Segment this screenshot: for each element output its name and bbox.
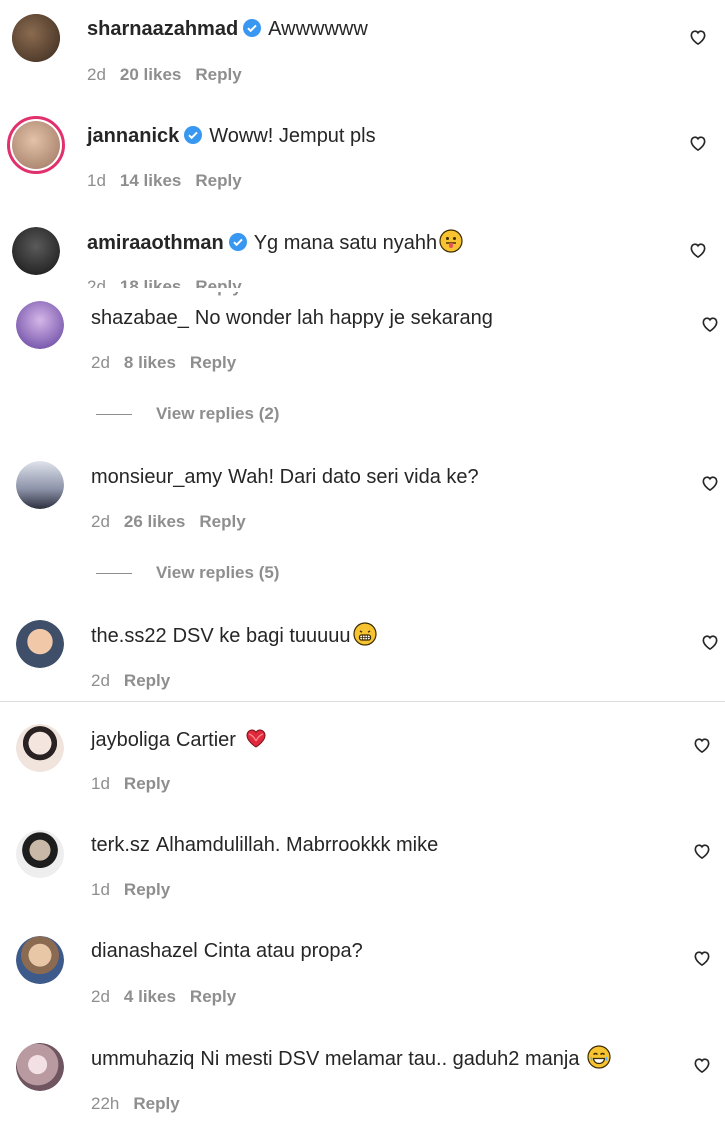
- avatar[interactable]: [16, 620, 64, 668]
- grinning-face-emoji-icon: [352, 622, 377, 646]
- likes-count[interactable]: 8 likes: [124, 353, 176, 372]
- avatar[interactable]: [16, 936, 64, 984]
- comment-time: 22h: [91, 1094, 120, 1113]
- heart-icon[interactable]: [692, 948, 712, 968]
- comment-text: Woww! Jemput pls: [209, 125, 376, 147]
- tears-of-joy-emoji-icon: [587, 1045, 612, 1069]
- heart-icon[interactable]: [700, 632, 720, 652]
- comment-time: 2d: [87, 277, 106, 296]
- avatar[interactable]: [12, 14, 60, 62]
- reply-button[interactable]: Reply: [124, 671, 170, 690]
- reply-button[interactable]: Reply: [124, 774, 170, 793]
- comment-time: 2d: [91, 512, 110, 531]
- reply-button[interactable]: Reply: [124, 880, 170, 899]
- comment-username[interactable]: ummuhaziq: [91, 1048, 194, 1070]
- tongue-face-emoji-icon: [439, 229, 463, 253]
- screenshot-seam: [0, 288, 725, 292]
- heart-icon[interactable]: [688, 27, 708, 47]
- comment-text: Yg mana satu nyahh: [253, 232, 438, 254]
- likes-count[interactable]: 26 likes: [124, 512, 185, 531]
- comment-text: Cartier: [175, 729, 236, 751]
- comment-username[interactable]: dianashazel: [91, 940, 198, 962]
- comment-time: 1d: [87, 171, 106, 190]
- heart-icon[interactable]: [692, 735, 712, 755]
- verified-badge-icon: [228, 233, 247, 251]
- comment-username[interactable]: amiraaothman: [87, 232, 224, 254]
- heart-icon[interactable]: [688, 240, 708, 260]
- reply-button[interactable]: Reply: [195, 277, 241, 296]
- comment-text: Wah! Dari dato seri vida ke?: [228, 466, 479, 488]
- likes-count[interactable]: 18 likes: [120, 277, 181, 296]
- comment-username[interactable]: monsieur_amy: [91, 466, 222, 488]
- view-replies-button[interactable]: View replies (5): [96, 563, 279, 583]
- comment-time: 2d: [87, 65, 106, 84]
- reply-button[interactable]: Reply: [199, 512, 245, 531]
- avatar[interactable]: [16, 830, 64, 878]
- heart-icon[interactable]: [688, 133, 708, 153]
- heart-icon[interactable]: [692, 841, 712, 861]
- view-replies-button[interactable]: View replies (2): [96, 404, 279, 424]
- reply-button[interactable]: Reply: [195, 171, 241, 190]
- comments-panel: sharnaazahmad Awwwwww 2d 20 likes Reply jan…: [0, 0, 725, 1127]
- comment-text: No wonder lah happy je sekarang: [194, 307, 493, 329]
- comment-text: Awwwwww: [268, 18, 368, 40]
- avatar[interactable]: [12, 227, 60, 275]
- comment-text: Cinta atau propa?: [203, 940, 363, 962]
- comment-text: DSV ke bagi tuuuuu: [172, 625, 351, 647]
- avatar[interactable]: [16, 724, 64, 772]
- comment-username[interactable]: terk.sz: [91, 834, 150, 856]
- reply-button[interactable]: Reply: [133, 1094, 179, 1113]
- reply-button[interactable]: Reply: [190, 987, 236, 1006]
- comment-username[interactable]: jannanick: [87, 125, 179, 147]
- heart-with-ribbon-emoji-icon: [246, 729, 266, 748]
- comment-time: 2d: [91, 353, 110, 372]
- likes-count[interactable]: 4 likes: [124, 987, 176, 1006]
- avatar[interactable]: [7, 116, 65, 174]
- comment-username[interactable]: the.ss22: [91, 625, 167, 647]
- verified-badge-icon: [184, 126, 203, 144]
- comment-time: 1d: [91, 880, 110, 899]
- avatar[interactable]: [16, 461, 64, 509]
- comment-username[interactable]: jayboliga: [91, 729, 170, 751]
- avatar[interactable]: [16, 1043, 64, 1091]
- comment-time: 2d: [91, 987, 110, 1006]
- comment-text: Alhamdulillah. Mabrrookkk mike: [155, 834, 439, 856]
- comment-text: Ni mesti DSV melamar tau.. gaduh2 manja: [200, 1048, 580, 1070]
- view-replies-label[interactable]: View replies (5): [156, 563, 279, 582]
- verified-badge-icon: [243, 19, 262, 37]
- section-divider: [0, 701, 725, 702]
- likes-count[interactable]: 14 likes: [120, 171, 181, 190]
- comment-time: 1d: [91, 774, 110, 793]
- comment-time: 2d: [91, 671, 110, 690]
- heart-icon[interactable]: [700, 473, 720, 493]
- comment-username[interactable]: shazabae_: [91, 307, 189, 329]
- replies-divider-line: [96, 573, 132, 575]
- comment-username[interactable]: sharnaazahmad: [87, 18, 238, 40]
- likes-count[interactable]: 20 likes: [120, 65, 181, 84]
- heart-icon[interactable]: [700, 314, 720, 334]
- reply-button[interactable]: Reply: [195, 65, 241, 84]
- avatar[interactable]: [16, 301, 64, 349]
- view-replies-label[interactable]: View replies (2): [156, 404, 279, 423]
- reply-button[interactable]: Reply: [190, 353, 236, 372]
- replies-divider-line: [96, 414, 132, 416]
- heart-icon[interactable]: [692, 1055, 712, 1075]
